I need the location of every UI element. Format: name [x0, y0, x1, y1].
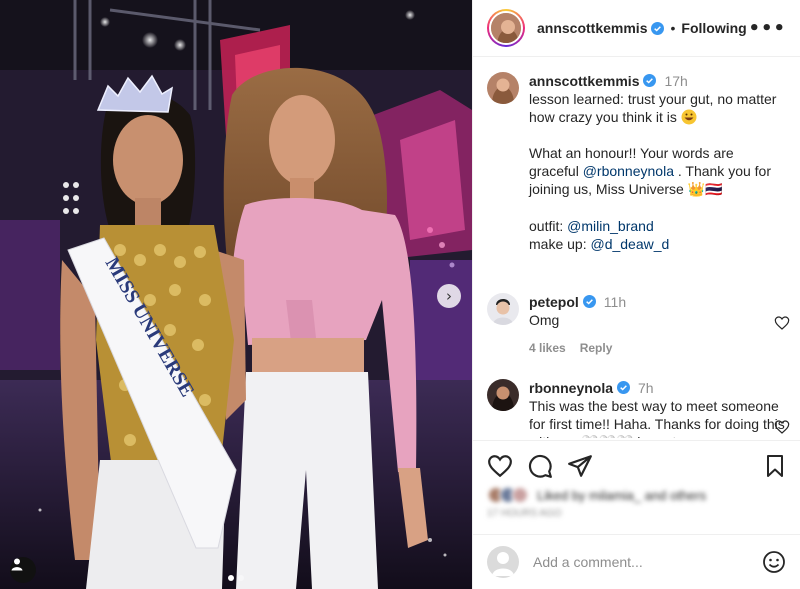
emoji-icon[interactable]: [762, 550, 786, 574]
more-options-icon[interactable]: •••: [748, 18, 786, 39]
makeup-label: make up:: [529, 236, 591, 252]
comment-text: Omg: [529, 312, 560, 328]
share-icon[interactable]: [567, 453, 593, 479]
add-comment-bar: Add a comment...: [473, 534, 800, 589]
caption: annscottkemmis 17h lesson learned: trust …: [473, 72, 800, 253]
following-button[interactable]: Following: [681, 20, 746, 36]
comment-item: petepol 11h Omg 4 likes Reply: [473, 293, 800, 357]
outfit-label: outfit:: [529, 218, 568, 234]
post-actions: [473, 440, 800, 490]
current-user-avatar: [487, 546, 519, 578]
comment-like-heart-icon[interactable]: [774, 315, 790, 331]
caption-username[interactable]: annscottkemmis: [529, 73, 639, 89]
commenter-avatar[interactable]: [487, 293, 519, 325]
comment-input[interactable]: Add a comment...: [533, 554, 762, 570]
caption-time: 17h: [664, 73, 688, 89]
carousel-dot: [228, 575, 234, 581]
post-photo[interactable]: MISS UNIVERSE ›: [0, 0, 472, 589]
caption-avatar[interactable]: [487, 72, 519, 104]
comment-likes[interactable]: 4 likes: [529, 341, 566, 355]
likes-summary[interactable]: Liked by milamia_ and others 17 HOURS AG…: [487, 486, 787, 519]
mention-rbonneynola[interactable]: @rbonneynola: [583, 163, 674, 179]
comments-list[interactable]: annscottkemmis 17h lesson learned: trust …: [473, 58, 800, 438]
comment-time: 7h: [638, 380, 654, 396]
author-avatar[interactable]: [487, 9, 525, 47]
header-separator: •: [670, 20, 676, 36]
comment-item: rbonneynola 7h This was the best way to m…: [473, 379, 800, 438]
carousel-next-button[interactable]: ›: [437, 284, 461, 308]
photo-illustration: MISS UNIVERSE: [0, 0, 472, 589]
carousel-dot: [238, 575, 244, 581]
post-side-panel: annscottkemmis • Following ••• annscottk…: [472, 0, 800, 589]
verified-icon: [651, 21, 665, 35]
grin-emoji-icon: [681, 109, 697, 125]
mention-d-deaw-d[interactable]: @d_deaw_d: [590, 236, 669, 252]
reply-button[interactable]: Reply: [580, 341, 613, 355]
comment-like-heart-icon[interactable]: [774, 419, 790, 435]
caption-line1: lesson learned: trust your gut, no matte…: [529, 91, 777, 125]
crown-flag-emoji: 👑🇹🇭: [687, 182, 723, 198]
verified-icon: [643, 74, 657, 87]
comment-time: 11h: [603, 294, 627, 310]
verified-icon: [582, 295, 596, 308]
comment-icon[interactable]: [527, 453, 553, 479]
comment-text: This was the best way to meet someone fo…: [529, 398, 785, 438]
commenter-username[interactable]: rbonneynola: [529, 380, 613, 396]
carousel-dots: [0, 575, 472, 581]
commenter-username[interactable]: petepol: [529, 294, 579, 310]
bookmark-icon[interactable]: [763, 453, 787, 479]
post-date: 17 HOURS AGO: [487, 508, 562, 519]
author-username[interactable]: annscottkemmis: [537, 20, 647, 36]
liked-by-text: Liked by milamia_ and others: [537, 487, 707, 503]
post-header: annscottkemmis • Following •••: [473, 0, 800, 57]
commenter-avatar[interactable]: [487, 379, 519, 411]
verified-icon: [617, 381, 631, 394]
mention-milin-brand[interactable]: @milin_brand: [567, 218, 654, 234]
heart-icon[interactable]: [487, 453, 513, 479]
